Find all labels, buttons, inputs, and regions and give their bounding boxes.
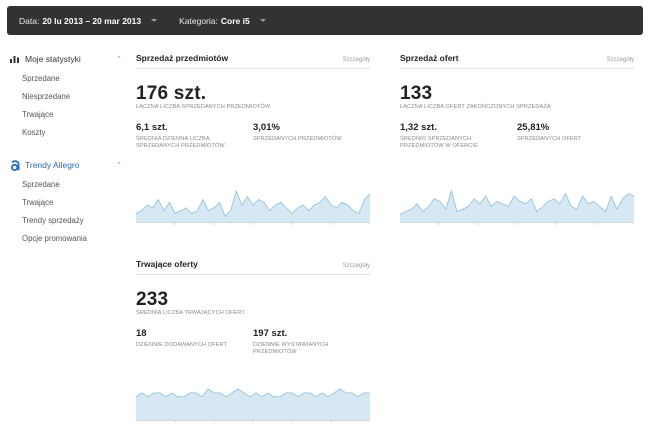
chevron-down-icon (151, 19, 158, 22)
sidebar-item-unsold[interactable]: Niesprzedane (10, 88, 122, 106)
sidebar-section-trends: Trendy Allegro ⌃ Sprzedane Trwające Tren… (10, 158, 122, 248)
offers-sales-card: Sprzedaż ofert Szczegóły 133 ŁĄCZNA LICZ… (400, 53, 634, 225)
sidebar-section-stats-toggle[interactable]: Moje statystyki ⌃ (10, 52, 122, 66)
stat-caption: SPRZEDANYCH PRZEDMIOTÓW (253, 135, 342, 142)
stat-value: 25,81% (517, 121, 550, 133)
stat-caption: DZIENNIE DODAWANYCH OFERT (136, 341, 228, 348)
stat-caption: ŚREDNIO SPRZEDANYCH PRZEDMIOTÓW W OFERCI… (400, 135, 478, 150)
sidebar-section-trends-title: Trendy Allegro (25, 160, 80, 170)
date-filter[interactable]: Data: 20 lu 2013 – 20 mar 2013 (19, 6, 158, 35)
bar-chart-icon (10, 55, 22, 63)
sidebar-section-stats: Moje statystyki ⌃ Sprzedane Niesprzedane… (10, 52, 122, 142)
stat-value: 1,32 szt. (400, 121, 437, 133)
total-caption: ŚREDNIA LICZBA TRWAJĄCYCH OFERT (136, 310, 245, 316)
total-value: 133 (400, 83, 433, 104)
details-link[interactable]: Szczegóły (343, 57, 370, 63)
chevron-up-icon: ⌃ (116, 162, 122, 169)
items-sparkline (136, 189, 370, 225)
details-link[interactable]: Szczegóły (607, 57, 634, 63)
stat-caption: SPRZEDANYCH OFERT (517, 135, 582, 142)
total-value: 233 (136, 289, 169, 310)
date-filter-value: 20 lu 2013 – 20 mar 2013 (42, 15, 142, 26)
card-title: Sprzedaż przedmiotów (136, 53, 229, 63)
stat-avg-per-offer: 1,32 szt. ŚREDNIO SPRZEDANYCH PRZEDMIOTÓ… (400, 122, 517, 151)
sidebar-section-stats-title: Moje statystyki (25, 54, 81, 64)
sidebar: Moje statystyki ⌃ Sprzedane Niesprzedane… (10, 52, 122, 248)
sidebar-item-sales-trends[interactable]: Trendy sprzedaży (10, 212, 122, 230)
category-filter-label: Kategoria: (179, 15, 218, 26)
stat-caption: ŚREDNIA DZIENNA LICZBA SPRZEDANYCH PRZED… (136, 135, 225, 150)
stat-value: 197 szt. (253, 327, 288, 339)
sparkline-area (400, 191, 634, 222)
ongoing-offers-card: Trwające oferty Szczegóły 233 ŚREDNIA LI… (136, 259, 370, 423)
offers-sparkline (400, 189, 634, 225)
stat-value: 3,01% (253, 121, 280, 133)
total-caption: ŁĄCZNA LICZBA OFERT ZAKOŃCZONYCH SPRZEDA… (400, 104, 551, 110)
stat-value: 6,1 szt. (136, 121, 168, 133)
sidebar-item-trends-sold[interactable]: Sprzedane (10, 176, 122, 194)
card-title: Trwające oferty (136, 259, 198, 269)
items-sales-card: Sprzedaż przedmiotów Szczegóły 176 szt. … (136, 53, 370, 225)
sidebar-item-trends-ongoing[interactable]: Trwające (10, 194, 122, 212)
stat-value: 18 (136, 327, 147, 339)
card-title: Sprzedaż ofert (400, 53, 459, 63)
sidebar-item-promo-options[interactable]: Opcje promowania (10, 230, 122, 248)
category-filter[interactable]: Kategoria: Core i5 (179, 6, 266, 35)
stat-sold-percent: 3,01% SPRZEDANYCH PRZEDMIOTÓW (253, 122, 370, 151)
chevron-up-icon: ⌃ (116, 56, 122, 63)
sidebar-item-ongoing[interactable]: Trwające (10, 106, 122, 124)
category-filter-value: Core i5 (220, 15, 250, 26)
sidebar-item-sold[interactable]: Sprzedane (10, 70, 122, 88)
stat-sold-offers-percent: 25,81% SPRZEDANYCH OFERT (517, 122, 634, 151)
stat-daily-added: 18 DZIENNIE DODAWANYCH OFERT (136, 328, 253, 357)
sidebar-item-costs[interactable]: Koszty (10, 124, 122, 142)
date-filter-label: Data: (19, 15, 40, 26)
stat-daily-avg: 6,1 szt. ŚREDNIA DZIENNA LICZBA SPRZEDAN… (136, 122, 253, 151)
details-link[interactable]: Szczegóły (343, 263, 370, 269)
stat-caption: DZIENNIE WYSTAWIANYCH PRZEDMIOTÓW (253, 341, 329, 356)
ongoing-sparkline (136, 388, 370, 423)
total-value: 176 szt. (136, 83, 207, 104)
stat-daily-listed: 197 szt. DZIENNIE WYSTAWIANYCH PRZEDMIOT… (253, 328, 370, 357)
sidebar-section-trends-toggle[interactable]: Trendy Allegro ⌃ (10, 158, 122, 172)
total-caption: ŁĄCZNA LICZBA SPRZEDANYCH PRZEDMIOTÓW (136, 104, 271, 110)
chevron-down-icon (259, 19, 266, 22)
allegro-logo-icon (10, 159, 22, 171)
filter-bar: Data: 20 lu 2013 – 20 mar 2013 Kategoria… (7, 6, 643, 35)
